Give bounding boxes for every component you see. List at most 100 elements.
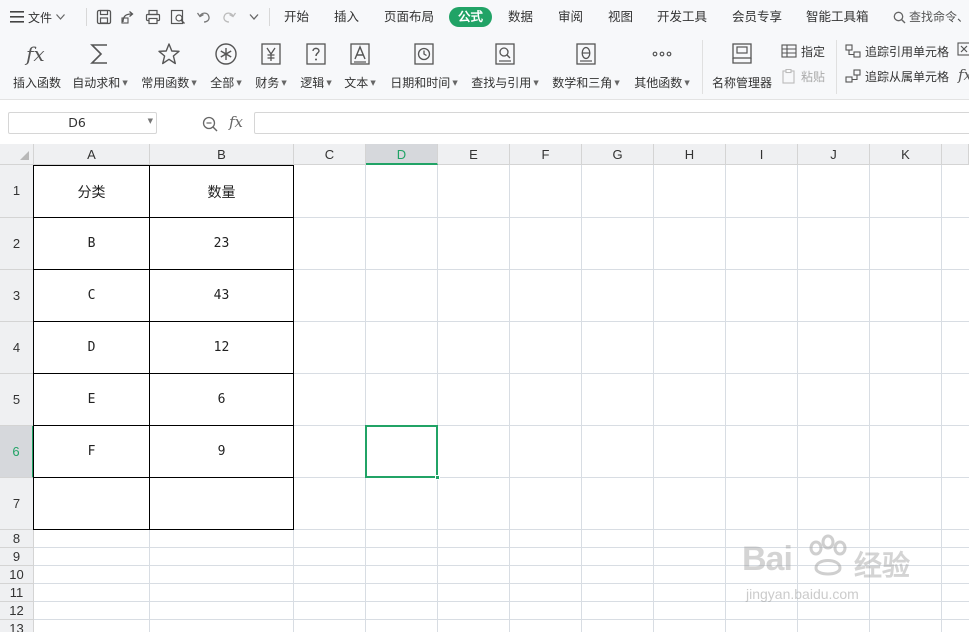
formula-input[interactable]: [254, 112, 969, 134]
tab-formulas[interactable]: 公式: [449, 7, 493, 27]
file-menu[interactable]: 文件: [10, 8, 65, 26]
active-cell-d6[interactable]: [365, 425, 440, 480]
table-cell[interactable]: 12: [150, 322, 293, 373]
fill-handle[interactable]: [435, 475, 440, 480]
column-header-e[interactable]: E: [438, 144, 510, 165]
fx-icon[interactable]: fx: [229, 113, 243, 131]
undo-button[interactable]: [194, 7, 214, 27]
table-cell[interactable]: [150, 478, 293, 529]
tab-smart-toolbox[interactable]: 智能工具箱: [806, 7, 869, 27]
common-functions-button[interactable]: 常用函数 ▼: [139, 38, 199, 96]
zoom-icon[interactable]: [202, 116, 218, 132]
name-box-value: D6: [68, 115, 86, 130]
trace-dependents-icon: [845, 69, 861, 83]
chevron-down-icon[interactable]: ▼: [148, 117, 153, 125]
tab-home[interactable]: 开始: [284, 7, 309, 27]
search-icon: [893, 11, 906, 23]
tab-insert[interactable]: 插入: [334, 7, 359, 27]
trace-dependents-button[interactable]: 追踪从属单元格: [845, 67, 949, 85]
column-header-i[interactable]: I: [726, 144, 798, 165]
paste-names-button[interactable]: 粘贴: [781, 67, 825, 85]
table-header-quantity[interactable]: 数量: [150, 166, 293, 217]
column-header-h[interactable]: H: [654, 144, 726, 165]
row-header-9[interactable]: 9: [0, 548, 34, 566]
spreadsheet-grid[interactable]: A B C D E F G H I J K 1 2 3 4 5 6 7 8 9 …: [0, 144, 969, 632]
chevron-down-icon: ▼: [122, 78, 128, 87]
row-header-2[interactable]: 2: [0, 218, 34, 270]
select-all-corner[interactable]: [0, 144, 34, 165]
gridline: [941, 165, 942, 632]
row-header-4[interactable]: 4: [0, 322, 34, 374]
tab-page-layout[interactable]: 页面布局: [384, 7, 434, 27]
print-preview-button[interactable]: [168, 7, 188, 27]
column-header-f[interactable]: F: [510, 144, 582, 165]
specify-button[interactable]: 指定: [781, 42, 825, 60]
all-functions-button[interactable]: 全部 ▼: [206, 38, 246, 96]
name-box[interactable]: D6 ▼: [8, 112, 157, 134]
tab-view[interactable]: 视图: [608, 7, 633, 27]
lookup-reference-button[interactable]: 查找与引用 ▼: [469, 38, 541, 96]
column-header-k[interactable]: K: [870, 144, 942, 165]
hamburger-icon: [10, 11, 24, 23]
column-header-g[interactable]: G: [582, 144, 654, 165]
remove-arrows-button[interactable]: [957, 42, 969, 58]
column-header-a[interactable]: A: [34, 144, 150, 165]
date-time-button[interactable]: 日期和时间 ▼: [388, 38, 460, 96]
table-cell[interactable]: 43: [150, 270, 293, 321]
column-header-c[interactable]: C: [294, 144, 366, 165]
text-functions-button[interactable]: 文本 ▼: [341, 38, 379, 96]
command-search[interactable]: 查找命令、: [893, 7, 969, 27]
column-header-j[interactable]: J: [798, 144, 870, 165]
export-button[interactable]: [118, 7, 138, 27]
table-cell[interactable]: [34, 478, 149, 529]
row-header-8[interactable]: 8: [0, 530, 34, 548]
show-formulas-button[interactable]: fx: [957, 65, 969, 85]
chevron-down-icon: ▼: [452, 78, 458, 87]
row-header-1[interactable]: 1: [0, 165, 34, 218]
column-header-d[interactable]: D: [366, 144, 438, 165]
table-cell[interactable]: 23: [150, 218, 293, 269]
table-cell[interactable]: 6: [150, 374, 293, 425]
name-manager-button[interactable]: 名称管理器: [709, 38, 775, 96]
row-header-6[interactable]: 6: [0, 426, 34, 478]
column-header-l[interactable]: [942, 144, 969, 165]
customize-toolbar-button[interactable]: [244, 7, 264, 27]
row-header-13[interactable]: 13: [0, 620, 34, 632]
chevron-down-icon: ▼: [614, 78, 620, 87]
insert-function-button[interactable]: fx 插入函数: [10, 38, 64, 96]
table-cell[interactable]: D: [34, 322, 149, 373]
tab-review[interactable]: 审阅: [558, 7, 583, 27]
row-header-12[interactable]: 12: [0, 602, 34, 620]
row-header-10[interactable]: 10: [0, 566, 34, 584]
save-button[interactable]: [94, 7, 114, 27]
row-header-11[interactable]: 11: [0, 584, 34, 602]
table-cell[interactable]: C: [34, 270, 149, 321]
table-header-category[interactable]: 分类: [34, 166, 149, 217]
row-header-5[interactable]: 5: [0, 374, 34, 426]
redo-button[interactable]: [219, 7, 239, 27]
redo-icon: [223, 12, 237, 23]
gridline: [725, 165, 726, 632]
chevron-down-icon: ▼: [281, 78, 287, 87]
table-cell[interactable]: B: [34, 218, 149, 269]
table-cell[interactable]: F: [34, 426, 149, 477]
trace-precedents-button[interactable]: 追踪引用单元格: [845, 42, 949, 60]
name-manager-label: 名称管理器: [711, 76, 772, 90]
more-functions-button[interactable]: 其他函数 ▼: [631, 38, 693, 96]
autosum-button[interactable]: 自动求和 ▼: [70, 38, 130, 96]
row-header-3[interactable]: 3: [0, 270, 34, 322]
common-functions-label: 常用函数: [141, 76, 190, 90]
tab-developer[interactable]: 开发工具: [657, 7, 707, 27]
math-trig-label: 数学和三角: [552, 76, 613, 90]
logical-button[interactable]: 逻辑 ▼: [297, 38, 335, 96]
tab-data[interactable]: 数据: [508, 7, 533, 27]
financial-button[interactable]: 财务 ▼: [252, 38, 290, 96]
table-cell[interactable]: 9: [150, 426, 293, 477]
column-header-b[interactable]: B: [150, 144, 294, 165]
row-header-7[interactable]: 7: [0, 478, 34, 530]
menu-divider: [86, 8, 87, 26]
tab-member[interactable]: 会员专享: [732, 7, 782, 27]
table-cell[interactable]: E: [34, 374, 149, 425]
math-trig-button[interactable]: 数学和三角 ▼: [550, 38, 622, 96]
print-button[interactable]: [143, 7, 163, 27]
